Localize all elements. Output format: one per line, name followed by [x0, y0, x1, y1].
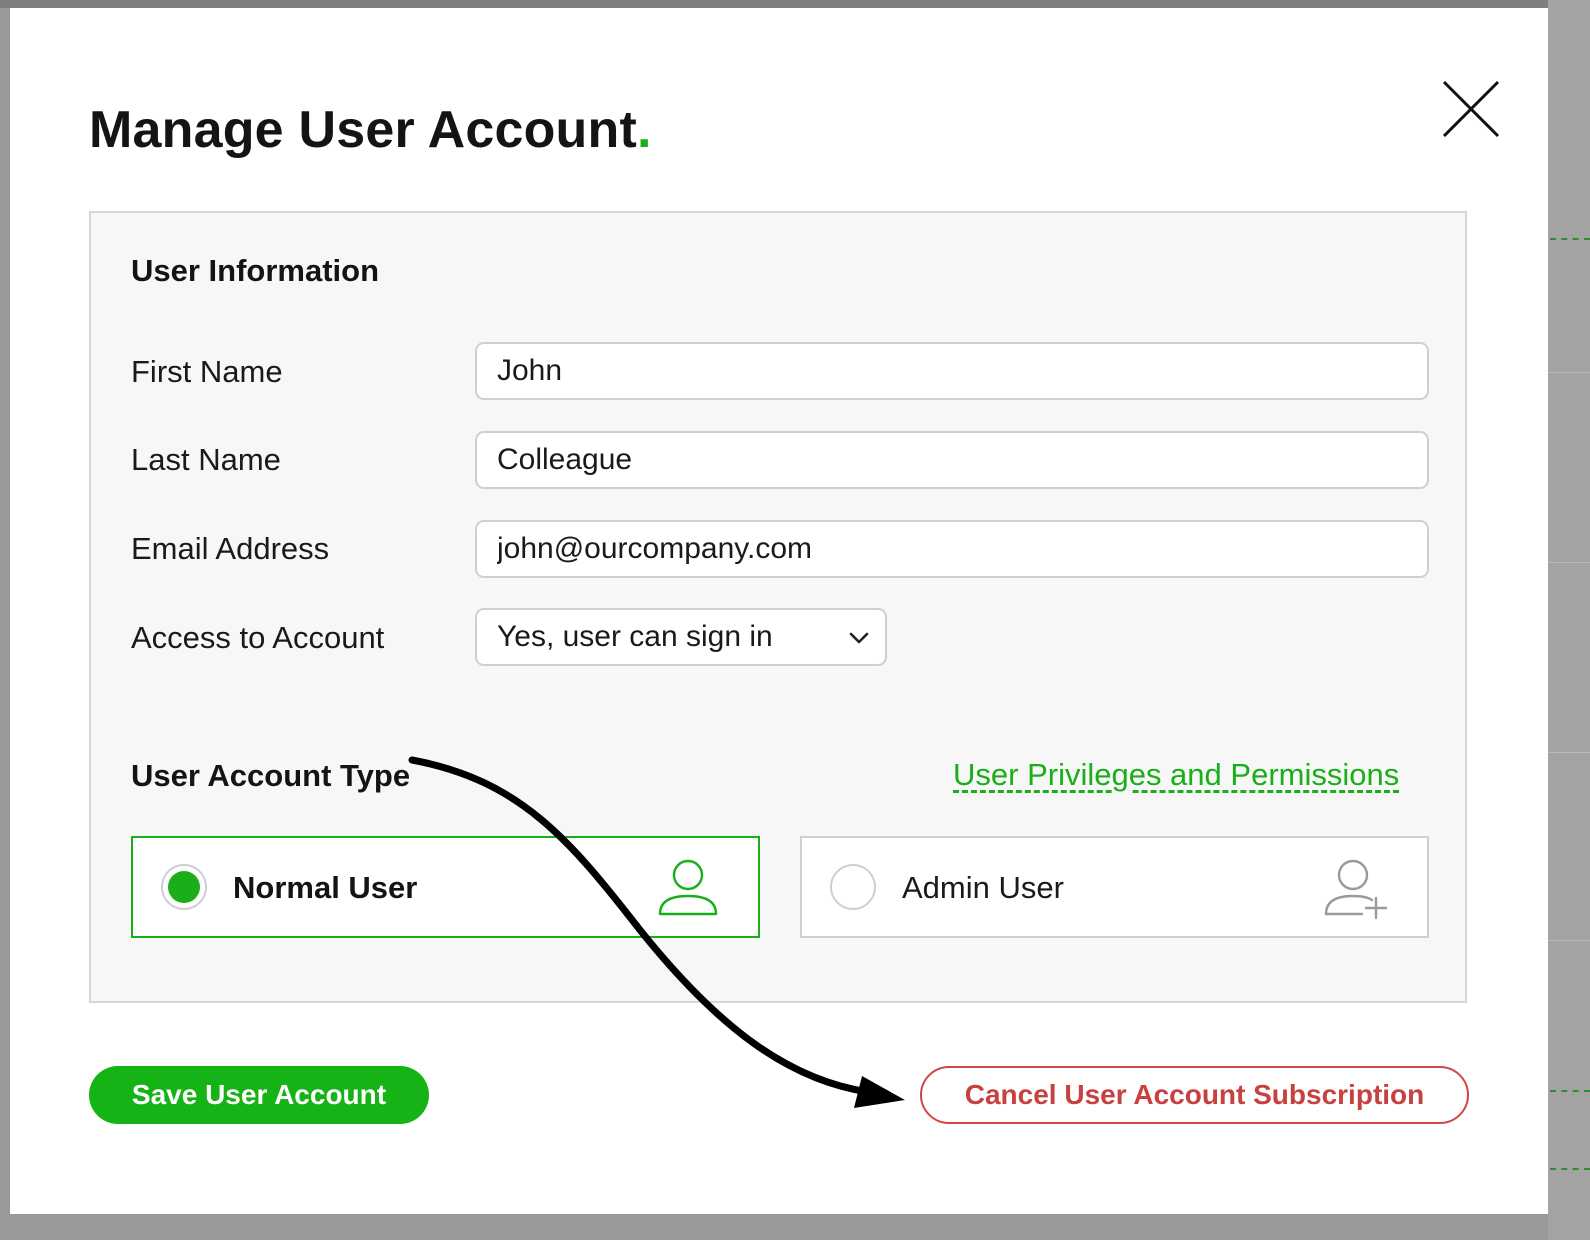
- user-plus-icon: [1324, 859, 1388, 920]
- chevron-down-icon: [849, 632, 869, 644]
- email-address-input[interactable]: [475, 520, 1429, 578]
- background-divider: [1548, 372, 1590, 373]
- dialog-title: Manage User Account.: [89, 100, 652, 160]
- dialog-title-text: Manage User Account: [89, 101, 637, 159]
- radio-selected-dot: [168, 871, 200, 903]
- background-dashed-line: [1550, 1090, 1590, 1092]
- close-icon: [1442, 80, 1500, 138]
- admin-user-radio[interactable]: [830, 864, 876, 910]
- admin-user-label: Admin User: [902, 870, 1064, 905]
- save-user-account-button[interactable]: Save User Account: [89, 1066, 429, 1124]
- privileges-permissions-link[interactable]: User Privileges and Permissions: [953, 757, 1399, 793]
- normal-user-radio[interactable]: [161, 864, 207, 910]
- last-name-label: Last Name: [131, 442, 281, 477]
- background-top-bar: [0, 0, 1590, 8]
- background-divider: [1548, 940, 1590, 941]
- access-selected-value: Yes, user can sign in: [497, 620, 773, 653]
- user-icon: [658, 859, 718, 916]
- close-button[interactable]: [1440, 78, 1502, 140]
- cancel-subscription-button[interactable]: Cancel User Account Subscription: [920, 1066, 1469, 1124]
- user-information-heading: User Information: [131, 253, 380, 288]
- email-address-label: Email Address: [131, 531, 330, 566]
- background-right-strip: [1548, 0, 1590, 1240]
- background-dashed-line: [1550, 238, 1590, 240]
- user-form-panel: User Information First Name Last Name Em…: [89, 211, 1467, 1003]
- access-to-account-label: Access to Account: [131, 620, 385, 655]
- normal-user-label: Normal User: [233, 870, 418, 905]
- user-account-type-heading: User Account Type: [131, 758, 411, 793]
- background-divider: [1548, 752, 1590, 753]
- background-divider: [1548, 562, 1590, 563]
- access-to-account-select[interactable]: Yes, user can sign in: [475, 608, 887, 666]
- last-name-input[interactable]: [475, 431, 1429, 489]
- background-dashed-line: [1550, 1168, 1590, 1170]
- normal-user-option[interactable]: Normal User: [131, 836, 760, 938]
- manage-user-dialog: Manage User Account. User Information Fi…: [10, 8, 1548, 1214]
- first-name-label: First Name: [131, 354, 283, 389]
- title-accent-dot: .: [637, 101, 652, 159]
- admin-user-option[interactable]: Admin User: [800, 836, 1429, 938]
- first-name-input[interactable]: [475, 342, 1429, 400]
